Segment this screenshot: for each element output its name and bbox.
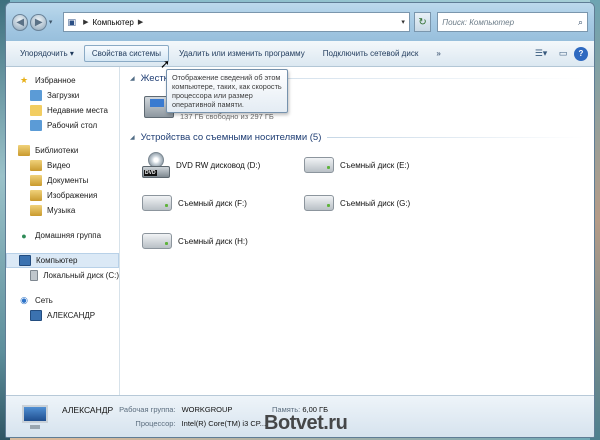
removable-drive-icon xyxy=(142,195,172,211)
pictures-library-icon xyxy=(30,190,42,201)
nav-favorites[interactable]: ★ Избранное xyxy=(6,73,119,88)
drive-item-h[interactable]: Съемный диск (H:) xyxy=(142,227,304,255)
breadcrumb-computer[interactable]: Компьютер xyxy=(92,18,133,27)
nav-music[interactable]: Музыка xyxy=(6,203,119,218)
nav-homegroup[interactable]: ● Домашняя группа xyxy=(6,228,119,243)
drive-item-e[interactable]: Съемный диск (E:) xyxy=(304,151,466,179)
drive-item-f[interactable]: Съемный диск (F:) xyxy=(142,189,304,217)
recent-pages-dropdown[interactable]: ▾ xyxy=(49,18,59,26)
nav-pictures[interactable]: Изображения xyxy=(6,188,119,203)
map-network-drive-button[interactable]: Подключить сетевой диск xyxy=(315,45,427,62)
drive-label: Съемный диск (E:) xyxy=(340,160,410,170)
dvd-drive-icon: DVD xyxy=(142,152,170,178)
system-properties-button[interactable]: Свойства системы xyxy=(83,45,169,62)
downloads-folder-icon xyxy=(30,90,42,101)
nav-recent-places[interactable]: Недавние места xyxy=(6,103,119,118)
nav-network-computer[interactable]: АЛЕКСАНДР xyxy=(6,308,119,323)
workgroup-value: WORKGROUP xyxy=(181,405,233,414)
nav-computer[interactable]: Компьютер xyxy=(6,253,119,268)
watermark-text: Botvet.ru xyxy=(264,412,348,434)
nav-documents[interactable]: Документы xyxy=(6,173,119,188)
homegroup-icon: ● xyxy=(21,230,27,241)
collapse-triangle-icon[interactable]: ◢ xyxy=(130,75,135,82)
computer-name: АЛЕКСАНДР xyxy=(62,405,114,415)
desktop-folder-icon xyxy=(30,120,42,131)
removable-drive-icon xyxy=(304,195,334,211)
view-options-icon[interactable]: ☰▾ xyxy=(530,48,552,59)
search-input[interactable]: Поиск: Компьютер ⌕ xyxy=(437,12,588,32)
forward-button[interactable]: ▶ xyxy=(30,13,47,31)
removable-drive-icon xyxy=(142,233,172,249)
drive-label: Съемный диск (F:) xyxy=(178,198,247,208)
navigation-pane: ★ Избранное Загрузки Недавние места Рабоч… xyxy=(6,67,120,395)
main-area: ★ Избранное Загрузки Недавние места Рабоч… xyxy=(6,57,594,395)
collapse-triangle-icon[interactable]: ◢ xyxy=(130,134,135,141)
computer-icon: ▣ xyxy=(67,16,77,27)
more-commands-button[interactable]: » xyxy=(428,45,448,62)
mouse-cursor-icon: ➚ xyxy=(160,57,171,71)
search-placeholder: Поиск: Компьютер xyxy=(442,17,515,27)
breadcrumb-arrow-icon[interactable]: ▶ xyxy=(83,18,88,26)
libraries-icon xyxy=(18,145,30,156)
music-library-icon xyxy=(30,205,42,216)
help-icon[interactable]: ? xyxy=(574,46,588,61)
explorer-window: ◀ ▶ ▾ ▣ ▶ Компьютер ▶ ▾ ↻ Поиск: Компьют… xyxy=(5,2,595,438)
videos-library-icon xyxy=(30,160,42,171)
network-icon: ◉ xyxy=(20,295,28,305)
documents-library-icon xyxy=(30,175,42,186)
nav-libraries[interactable]: Библиотеки xyxy=(6,143,119,158)
nav-network[interactable]: ◉ Сеть xyxy=(6,293,119,308)
nav-local-disk-c[interactable]: Локальный диск (C:) xyxy=(6,268,119,283)
nav-downloads[interactable]: Загрузки xyxy=(6,88,119,103)
title-bar: ◀ ▶ ▾ ▣ ▶ Компьютер ▶ ▾ ↻ Поиск: Компьют… xyxy=(6,3,594,41)
refresh-button[interactable]: ↻ xyxy=(413,12,432,32)
drive-label: DVD RW дисковод (D:) xyxy=(176,160,261,170)
nav-desktop[interactable]: Рабочий стол xyxy=(6,118,119,133)
drive-item-dvd[interactable]: DVD DVD RW дисковод (D:) xyxy=(142,151,304,179)
removable-drive-icon xyxy=(304,157,334,173)
computer-icon xyxy=(19,255,31,266)
breadcrumb-arrow-icon[interactable]: ▶ xyxy=(138,18,143,26)
drive-label: Съемный диск (H:) xyxy=(178,236,248,246)
computer-large-icon xyxy=(20,404,50,429)
system-properties-tooltip: Отображение сведений об этом компьютере,… xyxy=(166,69,288,113)
removable-drives-list: DVD DVD RW дисковод (D:) Съемный диск (E… xyxy=(142,151,584,255)
hard-drive-icon xyxy=(30,270,39,281)
recent-places-icon xyxy=(30,105,42,116)
command-bar: Упорядочить ▾ Свойства системы Удалить и… xyxy=(6,41,594,67)
network-computer-icon xyxy=(30,310,42,321)
address-bar[interactable]: ▣ ▶ Компьютер ▶ ▾ xyxy=(62,12,410,32)
preview-pane-icon[interactable]: ▭ xyxy=(552,48,574,59)
refresh-icon: ↻ xyxy=(418,16,427,28)
workgroup-key: Рабочая группа: xyxy=(119,405,176,414)
search-icon[interactable]: ⌕ xyxy=(578,17,583,28)
removable-group-header[interactable]: ◢ Устройства со съемными носителями (5) xyxy=(130,132,584,143)
address-dropdown-icon[interactable]: ▾ xyxy=(401,18,405,26)
cpu-key: Процессор: xyxy=(135,419,176,428)
nav-videos[interactable]: Видео xyxy=(6,158,119,173)
back-button[interactable]: ◀ xyxy=(12,13,29,31)
details-pane: АЛЕКСАНДР Рабочая группа: WORKGROUP Памя… xyxy=(6,395,594,437)
star-icon: ★ xyxy=(19,75,29,85)
content-pane: ◢ Жестки 137 ГБ свободно из 297 ГБ ◢ Уст… xyxy=(120,57,594,395)
drive-item-g[interactable]: Съемный диск (G:) xyxy=(304,189,466,217)
drive-label: Съемный диск (G:) xyxy=(340,198,411,208)
uninstall-program-button[interactable]: Удалить или изменить программу xyxy=(171,45,313,62)
organize-button[interactable]: Упорядочить ▾ xyxy=(12,45,82,62)
cpu-value: Intel(R) Core(TM) i3 CP... xyxy=(181,419,267,428)
